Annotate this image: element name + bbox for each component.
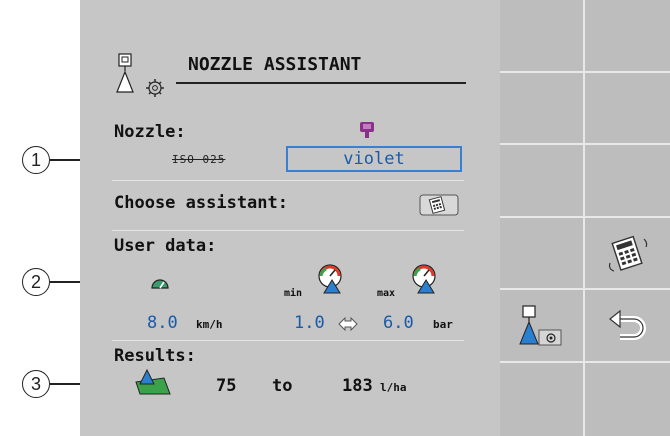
- speed-unit: km/h: [196, 318, 223, 331]
- softkey-4[interactable]: [585, 73, 670, 146]
- result-to-label: to: [272, 376, 293, 396]
- nozzle-settings-icon: [114, 52, 174, 98]
- softkey-back[interactable]: [585, 290, 670, 363]
- violet-nozzle-icon: [358, 121, 376, 141]
- softkey-2[interactable]: [585, 0, 670, 73]
- softkey-1[interactable]: [500, 0, 585, 73]
- softkey-11[interactable]: [500, 362, 585, 436]
- separator: [112, 180, 464, 181]
- pressure-max-field[interactable]: 6.0: [383, 313, 414, 333]
- results-label: Results:: [114, 346, 196, 366]
- nozzle-select-field[interactable]: violet: [286, 146, 462, 172]
- title-underline: [176, 82, 466, 84]
- separator: [112, 230, 464, 231]
- softkey-7[interactable]: [500, 217, 585, 291]
- field-area-icon: [134, 368, 172, 396]
- softkey-panel: [500, 0, 670, 436]
- softkey-12[interactable]: [585, 363, 670, 436]
- pressure-unit: bar: [433, 318, 453, 331]
- assistant-button[interactable]: [419, 194, 459, 216]
- range-arrows-icon: [338, 316, 358, 332]
- min-label: min: [284, 288, 303, 299]
- nozzle-label: Nozzle:: [114, 122, 186, 142]
- callout-3: 3: [22, 370, 50, 398]
- result-low-value: 75: [216, 376, 237, 396]
- result-unit: l/ha: [380, 381, 407, 394]
- softkey-calculator[interactable]: [585, 218, 670, 291]
- nozzle-settings-icon: [518, 305, 561, 346]
- user-data-label: User data:: [114, 236, 217, 256]
- callout-2: 2: [22, 268, 50, 296]
- choose-assistant-label: Choose assistant:: [114, 193, 288, 213]
- softkey-nozzle-settings[interactable]: [500, 290, 585, 363]
- result-high-value: 183: [342, 376, 373, 396]
- pressure-max-gauge-icon: [410, 264, 442, 294]
- max-label: max: [377, 288, 396, 299]
- softkey-3[interactable]: [500, 72, 585, 146]
- return-arrow-icon: [608, 309, 646, 340]
- pressure-min-gauge-icon: [316, 264, 348, 294]
- separator: [112, 340, 464, 341]
- calculator-icon: [608, 235, 647, 272]
- callout-1: 1: [22, 146, 50, 174]
- softkey-6[interactable]: [585, 145, 670, 218]
- nozzle-old-value: ISO 025: [172, 153, 226, 166]
- speed-value-field[interactable]: 8.0: [147, 313, 178, 333]
- softkey-5[interactable]: [500, 145, 585, 218]
- pressure-min-field[interactable]: 1.0: [294, 313, 325, 333]
- page-title: NOZZLE ASSISTANT: [188, 54, 362, 75]
- speedometer-icon: [150, 274, 170, 290]
